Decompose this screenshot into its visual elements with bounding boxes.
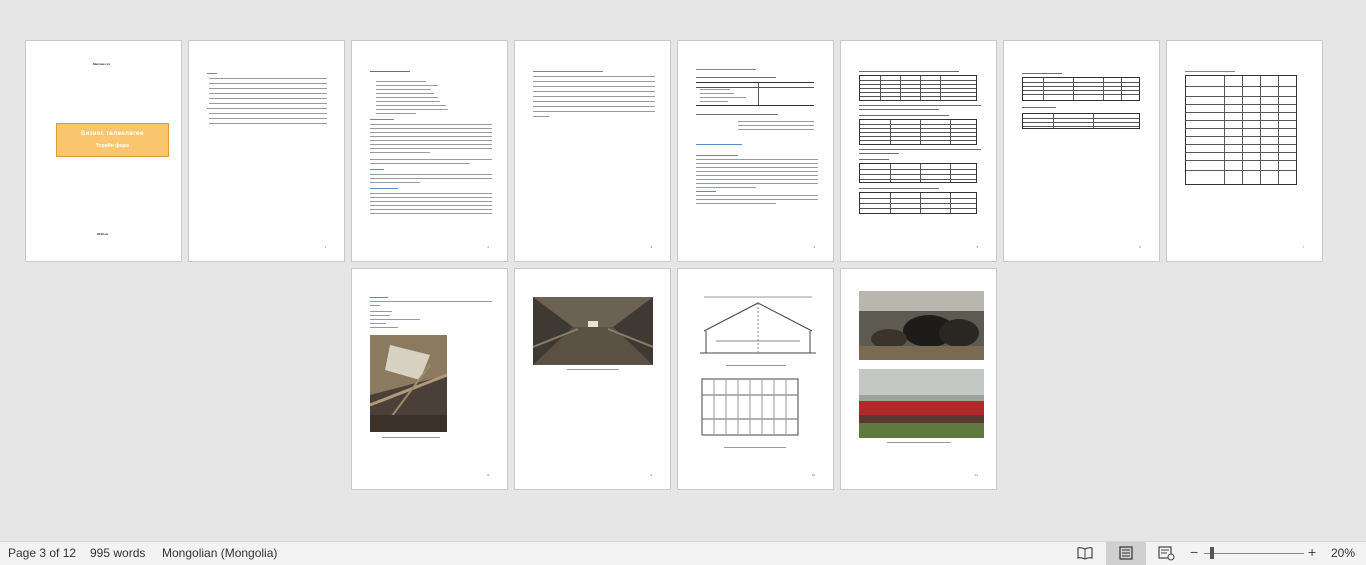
read-mode-icon[interactable]: [1076, 545, 1094, 561]
page-thumbnail-1[interactable]: Малчин суз Бизнес төлөвлөгөө Үхрийн ферм…: [25, 40, 182, 262]
cover-heading: Малчин суз: [93, 62, 111, 66]
page-thumbnail-8[interactable]: 7: [1166, 40, 1323, 262]
web-layout-icon[interactable]: [1157, 545, 1175, 561]
zoom-slider-track[interactable]: [1204, 553, 1304, 554]
zoom-level[interactable]: 20%: [1331, 546, 1355, 560]
red-roof-barn-photo: [859, 369, 984, 438]
zoom-in-button[interactable]: +: [1308, 544, 1316, 560]
zoom-out-button[interactable]: −: [1190, 544, 1198, 560]
cover-year: 2019 он: [97, 232, 109, 236]
word-count[interactable]: 995 words: [90, 546, 145, 560]
cattle-feeding-photo: [859, 291, 984, 360]
cover-subtitle: Үхрийн ферм: [96, 143, 129, 149]
page-indicator[interactable]: Page 3 of 12: [8, 546, 76, 560]
barn-interior-photo: [370, 335, 447, 432]
page-thumbnail-2[interactable]: 1: [188, 40, 345, 262]
status-bar: Page 3 of 12 995 words Mongolian (Mongol…: [0, 541, 1366, 565]
page-thumbnail-10[interactable]: 9: [514, 268, 671, 490]
document-canvas[interactable]: Малчин суз Бизнес төлөвлөгөө Үхрийн ферм…: [0, 0, 1366, 541]
building-section-drawing: [696, 291, 820, 363]
page-thumbnail-3[interactable]: 2: [351, 40, 508, 262]
page-thumbnail-5[interactable]: 4: [677, 40, 834, 262]
language-indicator[interactable]: Mongolian (Mongolia): [162, 546, 277, 560]
page-thumbnail-6[interactable]: 5: [840, 40, 997, 262]
cover-title: Бизнес төлөвлөгөө: [81, 131, 144, 137]
cover-title-box: Бизнес төлөвлөгөө Үхрийн ферм: [56, 123, 169, 157]
page-thumbnail-11[interactable]: 10: [677, 268, 834, 490]
page-thumbnail-4[interactable]: 3: [514, 40, 671, 262]
page-thumbnail-7[interactable]: 6: [1003, 40, 1160, 262]
zoom-slider-thumb[interactable]: [1210, 547, 1214, 559]
page-thumbnail-12[interactable]: 11: [840, 268, 997, 490]
barn-stalls-photo: [533, 297, 653, 365]
print-layout-icon[interactable]: [1117, 545, 1135, 561]
floor-plan-drawing: [696, 371, 804, 443]
page-thumbnail-9[interactable]: 8: [351, 268, 508, 490]
